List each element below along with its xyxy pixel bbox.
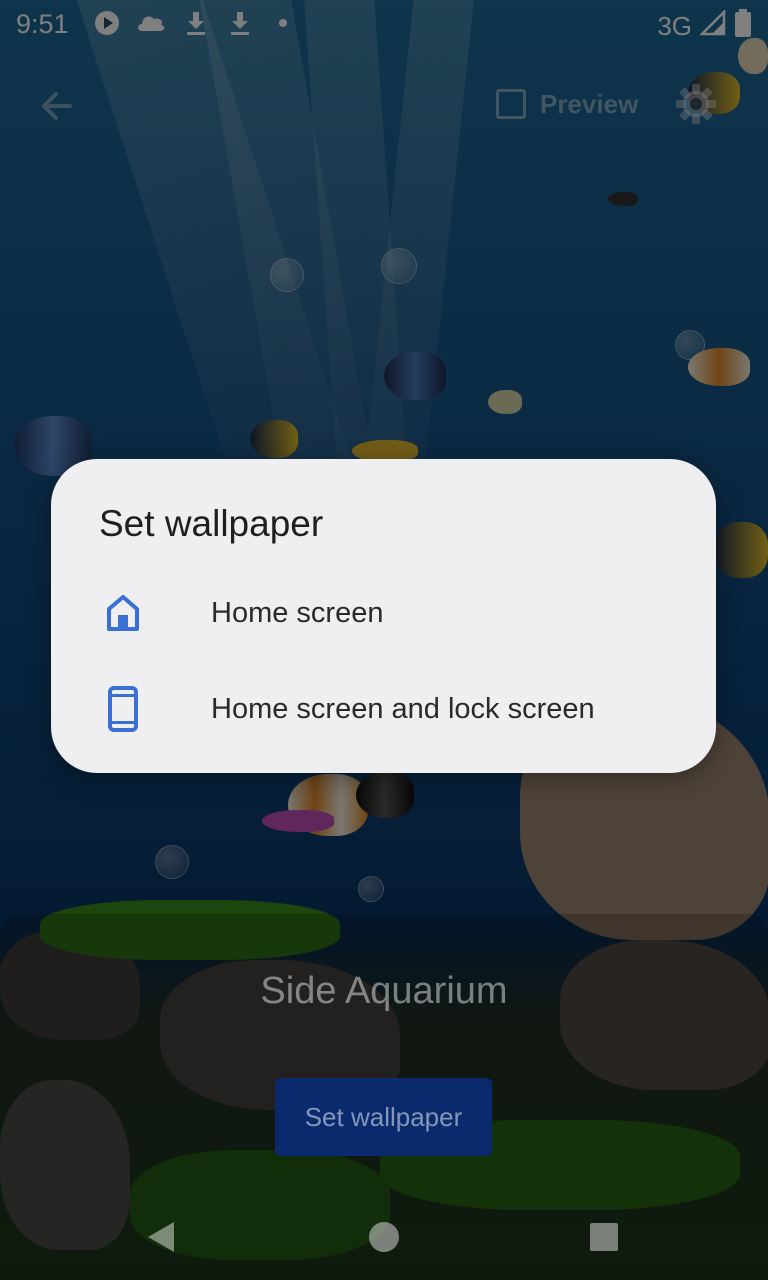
- nav-back-button[interactable]: [138, 1214, 184, 1260]
- option-home-and-lock-screen[interactable]: Home screen and lock screen: [51, 661, 716, 757]
- home-circle-icon: [369, 1222, 399, 1252]
- wallpaper-preview-screen: 9:51 3G: [0, 0, 768, 1280]
- back-triangle-icon: [148, 1222, 174, 1252]
- home-icon: [101, 591, 145, 635]
- recents-square-icon: [590, 1223, 618, 1251]
- dialog-title: Set wallpaper: [99, 503, 324, 544]
- navigation-bar: [0, 1192, 768, 1280]
- option-label: Home screen and lock screen: [211, 692, 595, 725]
- nav-home-button[interactable]: [361, 1214, 407, 1260]
- wallpaper-title: Side Aquarium: [260, 970, 508, 1012]
- nav-recents-button[interactable]: [581, 1214, 627, 1260]
- option-label: Home screen: [211, 596, 384, 629]
- phone-icon: [101, 686, 145, 732]
- option-home-screen[interactable]: Home screen: [51, 565, 716, 661]
- set-wallpaper-button[interactable]: Set wallpaper: [275, 1078, 492, 1156]
- set-wallpaper-dialog: Set wallpaper Home screen Home screen an…: [51, 459, 716, 773]
